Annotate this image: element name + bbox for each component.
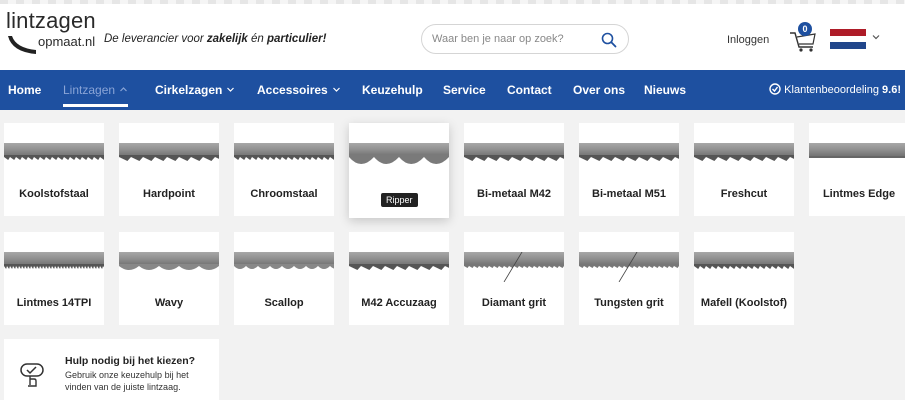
customer-rating[interactable]: Klantenbeoordeling 9.6! [769,83,901,96]
product-label: Chroomstaal [250,188,318,200]
nav-lintzagen[interactable]: Lintzagen [63,83,129,107]
saw-blade-image [4,143,104,160]
product-tile-tungsten-grit[interactable]: Tungsten grit [579,232,679,325]
saw-blade-image [809,143,905,158]
help-title: Hulp nodig bij het kiezen? [65,355,196,367]
product-label: Mafell (Koolstof) [700,297,788,309]
saw-blade-image [234,143,334,160]
saw-blade-image [234,252,334,269]
header-stripe [0,0,905,4]
rating-icon [769,83,781,95]
cart-count-badge: 0 [798,22,812,36]
saw-blade-image [349,252,449,270]
nav-home[interactable]: Home [8,83,41,97]
cart-button[interactable]: 0 [788,22,822,54]
product-label-tooltip: Ripper [381,193,418,207]
nav-accessoires[interactable]: Accessoires [257,83,341,97]
site-header: lintzagen opmaat.nl De leverancier voor … [0,0,905,70]
saw-blade-image [579,143,679,161]
logo-bottom-text: opmaat.nl [38,34,96,49]
product-tile-freshcut[interactable]: Freshcut [694,123,794,216]
product-label: Diamant grit [481,297,547,309]
product-label: Bi-metaal M42 [477,188,551,200]
product-tile-lintmes-edge[interactable]: Lintmes Edge [809,123,905,216]
logo-blade-icon [8,36,36,54]
nav-over-ons[interactable]: Over ons [573,83,625,97]
nav-keuzehulp[interactable]: Keuzehulp [362,83,423,97]
help-card[interactable]: Hulp nodig bij het kiezen? Gebruik onze … [4,339,219,400]
main-nav: Home Lintzagen Cirkelzagen Accessoires K… [0,70,905,110]
product-label: Hardpoint [143,188,195,200]
product-tile-m42-accuzaag[interactable]: M42 Accuzaag [349,232,449,325]
product-label: Wavy [154,297,184,309]
product-tile-diamant-grit[interactable]: Diamant grit [464,232,564,325]
search-input[interactable] [432,31,592,47]
chevron-up-icon [120,87,127,92]
login-link[interactable]: Inloggen [727,34,769,46]
product-tile-scallop[interactable]: Scallop [234,232,334,325]
saw-blade-image [464,252,564,282]
product-tile-lintmes-14tpi[interactable]: Lintmes 14TPI [4,232,104,325]
chevron-down-icon [227,87,235,92]
saw-blade-image [119,252,219,270]
saw-blade-image [349,143,449,164]
saw-blade-image [119,143,219,161]
product-label: Freshcut [720,188,768,200]
nav-cirkelzagen[interactable]: Cirkelzagen [155,83,235,97]
product-label: Bi-metaal M51 [592,188,666,200]
product-tile-wavy[interactable]: Wavy [119,232,219,325]
chevron-down-icon [332,87,340,92]
search-icon[interactable] [600,31,618,49]
product-label: Scallop [264,297,304,309]
help-text: Gebruik onze keuzehulp bij het vinden va… [65,370,189,392]
logo-top-text: lintzagen [6,8,96,33]
language-flag-nl[interactable] [830,29,866,49]
product-label: M42 Accuzaag [361,297,437,309]
product-label: Lintmes 14TPI [16,297,92,309]
product-tile-ripper[interactable]: Ripper [349,123,449,218]
product-label: Tungsten grit [594,297,664,309]
product-tile-chroomstaal[interactable]: Chroomstaal [234,123,334,216]
saw-blade-image [579,252,679,282]
product-tile-bi-metaal-m51[interactable]: Bi-metaal M51 [579,123,679,216]
nav-service[interactable]: Service [443,83,486,97]
product-tile-hardpoint[interactable]: Hardpoint [119,123,219,216]
tagline: De leverancier voor zakelijk én particul… [104,33,327,45]
saw-blade-image [694,252,794,269]
logo[interactable]: lintzagen opmaat.nl [6,10,98,60]
product-tile-koolstofstaal[interactable]: Koolstofstaal [4,123,104,216]
saw-blade-image [4,252,104,269]
product-tile-mafell-koolstof[interactable]: Mafell (Koolstof) [694,232,794,325]
nav-nieuws[interactable]: Nieuws [644,83,686,97]
search-box[interactable] [421,24,629,54]
chevron-down-icon[interactable] [871,32,881,42]
nav-contact[interactable]: Contact [507,83,552,97]
saw-blade-image [464,143,564,161]
product-label: Koolstofstaal [19,188,89,200]
help-choice-icon [20,363,44,387]
product-tile-bi-metaal-m42[interactable]: Bi-metaal M42 [464,123,564,216]
saw-blade-image [694,143,794,161]
product-label: Lintmes Edge [822,188,896,200]
